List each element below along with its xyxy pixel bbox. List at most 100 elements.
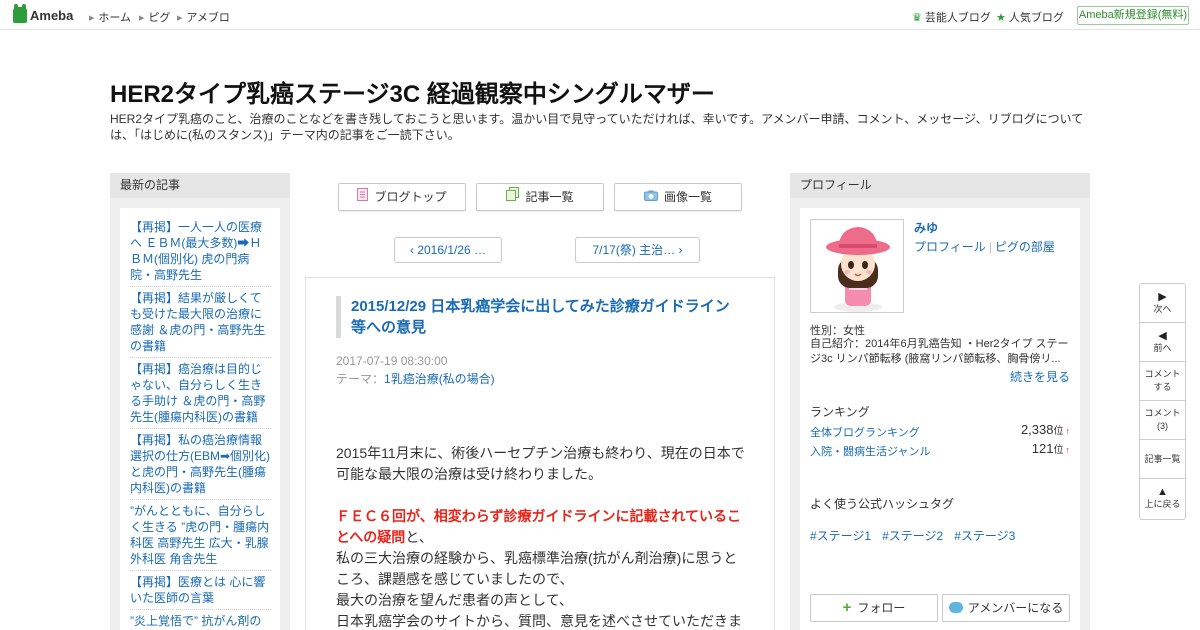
popular-blog-label: 人気ブログ [1008, 12, 1064, 24]
crown-icon: ♛ [912, 11, 922, 24]
ameba-logo[interactable]: Ameba [13, 4, 74, 23]
article-body: 2015年11月末に、術後ハーセプチン治療も終わり、現在の日本で可能な最大限の治… [336, 443, 746, 630]
list-item[interactable]: 【再掲】一人一人の医療へ ＥＢＭ(最大多数)➡ＨＢＭ(個別化) 虎の門病院・高野… [130, 216, 271, 287]
ranking-number: 121 [1031, 441, 1054, 456]
list-item[interactable]: ”炎上覚悟で” 抗がん剤の [130, 610, 271, 630]
nav-pigg-label: ピグ [148, 12, 171, 24]
back-to-top-button[interactable]: ▲ 上に戻る [1140, 479, 1185, 518]
nav-home-link[interactable]: ▶ ホーム [89, 9, 131, 25]
prev-label: 前へ [1153, 342, 1172, 353]
list-item[interactable]: 【再掲】癌治療は目的じゃない、自分らしく生きる手助け ＆虎の門・高野先生(腫瘍内… [130, 358, 271, 429]
ameba-logo-icon [13, 4, 27, 23]
prev-article-label: 2016/1/26 … [417, 243, 487, 257]
ranking-row: 全体ブログランキング 2,338位 ↑ [810, 422, 1070, 440]
article: 2015/12/29 日本乳癌学会に出してみた診療ガイドライン等への意見 201… [305, 277, 775, 630]
hashtag-link[interactable]: #ステージ1 [810, 529, 871, 543]
triangle-right-icon: ▶ [89, 15, 95, 22]
next-article-label: 7/17(祭) 主治… [592, 243, 676, 257]
nav-ameblo-label: アメブロ [186, 12, 230, 24]
next-page-button[interactable]: ▶ 次へ [1140, 284, 1185, 323]
avatar-illustration [826, 227, 890, 312]
recent-article-link[interactable]: 【再掲】一人一人の医療へ ＥＢＭ(最大多数)➡ＨＢＭ(個別化) 虎の門病院・高野… [130, 220, 262, 282]
nav-pigg-link[interactable]: ▶ ピグ [139, 9, 170, 25]
recent-article-link[interactable]: 【再掲】結果が厳しくても受けた最大限の治療に感謝 ＆虎の門・高野先生の書籍 [130, 291, 265, 353]
ranking-label-link[interactable]: 全体ブログランキング [810, 427, 920, 439]
article-list-button[interactable]: 記事一覧 [476, 183, 604, 211]
play-left-icon: ◀ [1158, 329, 1167, 342]
celeb-blog-link[interactable]: ♛ 芸能人ブログ [912, 9, 991, 25]
prev-article-button[interactable]: ‹ 2016/1/26 … [394, 237, 502, 263]
article-line: 最大の治療を望んだ患者の声として、 [336, 592, 573, 608]
chevron-right-icon: › [675, 243, 683, 257]
article-title[interactable]: 2015/12/29 日本乳癌学会に出してみた診療ガイドライン等への意見 [336, 296, 736, 338]
highlight-text: ＦＥＣ６回が、相変わらず診療ガイドラインに記載されていることへの疑問 [336, 508, 742, 545]
article-list-label: 記事一覧 [525, 190, 574, 204]
hashtag-heading: よく使う公式ハッシュタグ [810, 497, 955, 511]
recent-article-link[interactable]: ”がんとともに、自分らしく生きる ”虎の門・腫瘍内科医 高野先生 広大・乳腺外科… [130, 504, 269, 566]
comment-label-2: する [1153, 382, 1172, 392]
list-item[interactable]: 【再掲】結果が厳しくても受けた最大限の治療に感謝 ＆虎の門・高野先生の書籍 [130, 287, 271, 358]
signup-button[interactable]: Ameba新規登録(無料) [1077, 6, 1189, 25]
write-comment-button[interactable]: コメント する [1140, 362, 1185, 401]
article-paragraph: ＦＥＣ６回が、相変わらず診療ガイドラインに記載されていることへの疑問と、 [336, 506, 746, 548]
ranking-unit: 位 [1053, 445, 1064, 456]
article-line: 私の三大治療の経験から、乳癌標準治療(抗がん剤治療)に思うところ、課題感を感じて… [336, 550, 738, 587]
article-paragraph: 2015年11月末に、術後ハーセプチン治療も終わり、現在の日本で可能な最大限の治… [336, 445, 745, 482]
ranking-value: 121位 ↑ [1032, 441, 1070, 456]
profile-box: みゆ プロフィール | ピグの部屋 性別：女性 自己紹介：2014年6月乳癌告知 ・… [800, 208, 1080, 630]
theme-label: テーマ： [336, 372, 385, 386]
avatar[interactable] [810, 219, 904, 313]
floating-side-nav: ▶ 次へ ◀ 前へ コメント する コメント (3) 記事一覧 ▲ 上に戻る [1139, 283, 1186, 520]
recent-article-link[interactable]: 【再掲】医療とは 心に響いた医師の言葉 [130, 575, 265, 605]
recent-article-link[interactable]: ”炎上覚悟で” 抗がん剤の [130, 614, 261, 628]
ranking-row: 入院・闘病生活ジャンル 121位 ↑ [810, 441, 1070, 459]
ranking-number: 2,338 [1020, 422, 1054, 437]
next-label: 次へ [1153, 303, 1172, 314]
image-list-button[interactable]: 画像一覧 [614, 183, 742, 211]
list-item[interactable]: 【再掲】医療とは 心に響いた医師の言葉 [130, 571, 271, 610]
document-icon [357, 184, 369, 210]
ranking-unit: 位 [1053, 426, 1064, 437]
recent-article-link[interactable]: 【再掲】癌治療は目的じゃない、自分らしく生きる手助け ＆虎の門・高野先生(腫瘍内… [130, 362, 265, 424]
profile-link[interactable]: プロフィール [914, 240, 986, 254]
list-item[interactable]: ”がんとともに、自分らしく生きる ”虎の門・腫瘍内科医 高野先生 広大・乳腺外科… [130, 500, 271, 571]
follow-label: フォロー [857, 601, 906, 615]
hashtag-link[interactable]: #ステージ2 [882, 529, 943, 543]
blog-title[interactable]: HER2タイプ乳癌ステージ3C 経過観察中シングルマザー [110, 74, 715, 109]
back-to-top-label: 上に戻る [1144, 499, 1181, 509]
ranking-value: 2,338位 ↑ [1021, 422, 1070, 437]
next-article-button[interactable]: 7/17(祭) 主治… › [575, 237, 700, 263]
comment-count-button[interactable]: コメント (3) [1140, 401, 1185, 440]
recent-article-link[interactable]: 【再掲】私の癌治療情報選択の仕方(EBM➡個別化)と虎の門・高野先生(腫瘍内科医… [130, 433, 270, 495]
nav-home-label: ホーム [98, 12, 132, 24]
documents-icon [506, 184, 520, 210]
profile-heading: プロフィール [790, 173, 1090, 198]
comment-count-label: コメント [1144, 408, 1181, 418]
article-date: 2017-07-19 08:30:00 [336, 354, 448, 368]
hashtag-list: #ステージ1 #ステージ2 #ステージ3 [810, 527, 1026, 544]
blog-top-button[interactable]: ブログトップ [338, 183, 466, 211]
image-list-label: 画像一覧 [663, 190, 712, 204]
list-item[interactable]: 【再掲】私の癌治療情報選択の仕方(EBM➡個別化)と虎の門・高野先生(腫瘍内科医… [130, 429, 271, 500]
nav-ameblo-link[interactable]: ▶ アメブロ [177, 9, 230, 25]
popular-blog-link[interactable]: ★ 人気ブログ [996, 9, 1064, 25]
amember-button[interactable]: アメンバーになる [942, 594, 1070, 622]
article-list-side-button[interactable]: 記事一覧 [1140, 440, 1185, 479]
speech-bubble-icon [948, 602, 963, 613]
prev-page-button[interactable]: ◀ 前へ [1140, 323, 1185, 362]
trend-up-icon: ↑ [1065, 445, 1071, 455]
celeb-blog-label: 芸能人ブログ [924, 12, 991, 24]
read-more-link[interactable]: 続きを見る [1010, 368, 1070, 385]
follow-button[interactable]: + フォロー [810, 594, 938, 622]
camera-icon [643, 184, 658, 210]
hashtag-link[interactable]: #ステージ3 [954, 529, 1015, 543]
divider: | [988, 240, 992, 254]
theme-link[interactable]: 1乳癌治療(私の場合) [384, 372, 495, 386]
ameba-logo-text: Ameba [30, 7, 74, 23]
profile-name[interactable]: みゆ [914, 219, 938, 236]
trend-up-icon: ↑ [1065, 426, 1071, 436]
ranking-label-link[interactable]: 入院・闘病生活ジャンル [810, 446, 930, 458]
pigg-room-link[interactable]: ピグの部屋 [995, 240, 1055, 254]
recent-articles-list: 【再掲】一人一人の医療へ ＥＢＭ(最大多数)➡ＨＢＭ(個別化) 虎の門病院・高野… [120, 208, 280, 630]
global-header: Ameba ▶ ホーム ▶ ピグ ▶ アメブロ ♛ 芸能人ブログ ★ 人気ブログ Ameb… [0, 0, 1200, 30]
